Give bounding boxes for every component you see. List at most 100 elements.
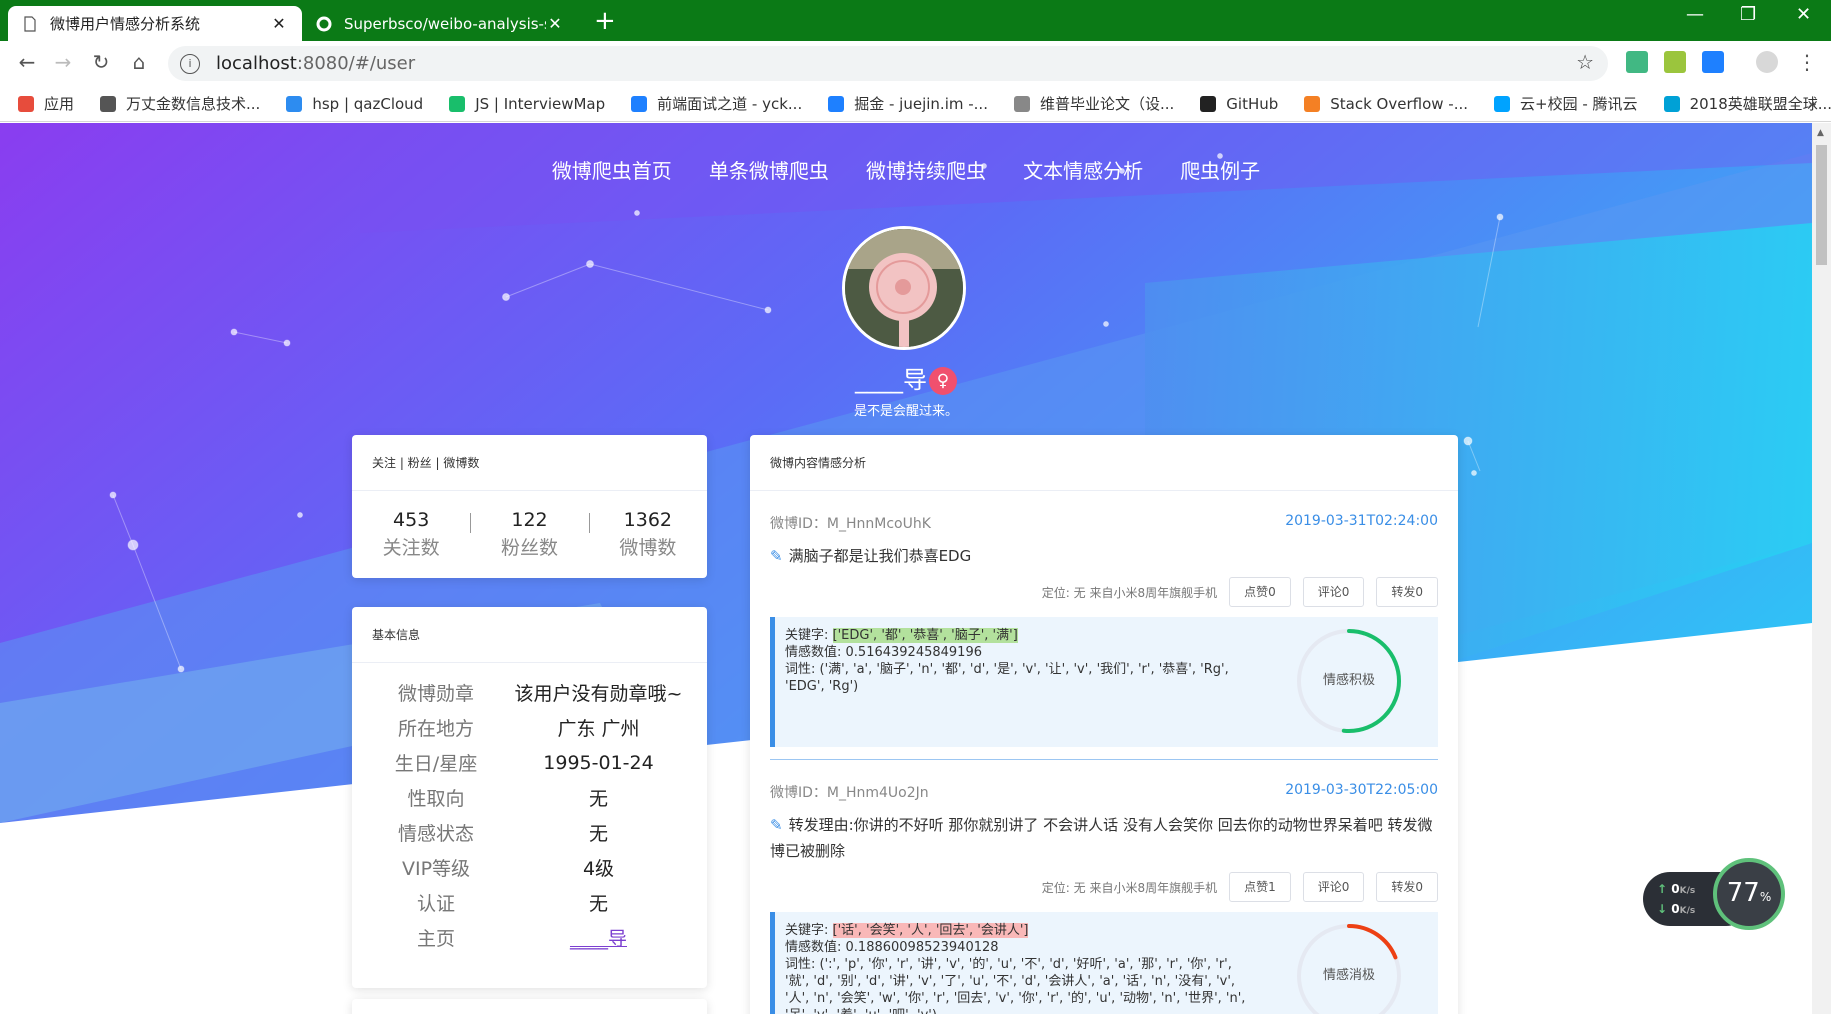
- stats-card: 关注 | 粉丝 | 微博数 453 关注数 122 粉丝数 1362 微博数: [352, 435, 707, 578]
- url-input[interactable]: i localhost:8080/#/user ☆: [168, 46, 1608, 81]
- stackoverflow-icon: [1304, 95, 1321, 112]
- scrollbar-thumb[interactable]: [1816, 145, 1827, 265]
- bookmark-item[interactable]: hsp | qazCloud: [286, 95, 423, 113]
- nav-single-crawler[interactable]: 单条微博爬虫: [709, 155, 829, 184]
- info-value: 4级: [582, 858, 615, 880]
- info-icon[interactable]: i: [180, 53, 200, 74]
- post-item: 微博ID：M_Hnm4Uo2Jn 2019-03-30T22:05:00 ✎ 转发理由…: [750, 782, 1458, 1014]
- scroll-up-icon[interactable]: ▲: [1817, 128, 1824, 138]
- bookmark-item[interactable]: 万丈金数信息技术...: [100, 93, 260, 114]
- bookmark-item[interactable]: 维普毕业论文（设...: [1013, 93, 1174, 114]
- keywords-highlight: ['话', '会笑', '人', '回去', '会讲人']: [832, 923, 1029, 938]
- post-date: 2019-03-30T22:05:00: [1285, 782, 1438, 798]
- basic-info-card: 基本信息 微博勋章 该用户没有勋章哦~ 所在地方 广东 广州 生日/星座 1995-01-…: [352, 607, 707, 988]
- bookmark-item[interactable]: 应用: [18, 93, 74, 114]
- close-icon[interactable]: ✕: [270, 14, 288, 33]
- card-title: 基本信息: [352, 607, 707, 663]
- forward-icon[interactable]: →: [50, 50, 76, 74]
- bookmarks-overflow-icon[interactable]: »: [1807, 94, 1817, 113]
- bookmarks-bar: 应用 万丈金数信息技术... hsp | qazCloud JS | Intervie…: [0, 86, 1831, 122]
- page-content: 微博爬虫首页 单条微博爬虫 微博持续爬虫 文本情感分析 爬虫例子 ____导 ♀ …: [0, 123, 1812, 1014]
- sentiment-analysis-card: 微博内容情感分析 微博ID：M_HnnMcoUhK 2019-03-31T02:2…: [750, 435, 1458, 1014]
- minimize-icon[interactable]: —: [1686, 4, 1704, 25]
- comment-button[interactable]: 评论0: [1302, 577, 1365, 607]
- nav-home[interactable]: 微博爬虫首页: [552, 155, 672, 184]
- nav-sentiment-analysis[interactable]: 文本情感分析: [1023, 155, 1143, 184]
- bookmark-item[interactable]: GitHub: [1200, 95, 1278, 113]
- post-location: 定位: 无 来自小米8周年旗舰手机: [1041, 880, 1218, 895]
- scrollbar[interactable]: ▲: [1812, 123, 1831, 1014]
- info-row: 认证 无: [352, 885, 707, 920]
- bookmark-item[interactable]: 云+校园 - 腾讯云: [1494, 93, 1638, 114]
- like-button[interactable]: 点赞0: [1229, 577, 1291, 607]
- extension-m-icon[interactable]: [1664, 51, 1686, 73]
- info-value: 无: [588, 823, 608, 845]
- info-value: 该用户没有勋章哦~: [514, 683, 683, 705]
- bookmark-item[interactable]: Stack Overflow -...: [1304, 95, 1468, 113]
- info-row: 所在地方 广东 广州: [352, 710, 707, 745]
- bookmark-item[interactable]: 掘金 - juejin.im -...: [828, 93, 988, 114]
- bookmark-label: 云+校园 - 腾讯云: [1520, 95, 1638, 113]
- download-speed: ↓ 0K/s: [1657, 902, 1696, 916]
- bookmark-item[interactable]: JS | InterviewMap: [449, 95, 605, 113]
- homepage-link[interactable]: ____导: [490, 924, 707, 951]
- back-icon[interactable]: ←: [14, 50, 40, 74]
- info-key: 生日/星座: [394, 753, 478, 775]
- like-button[interactable]: 点赞1: [1229, 872, 1291, 902]
- info-value: 无: [588, 893, 608, 915]
- profile-username: ____导 ♀: [0, 360, 1812, 395]
- post-text: ✎ 转发理由:你讲的不好听 那你就别讲了 不会讲人话 没有人会笑你 回去你的动物世…: [770, 816, 1433, 860]
- pos-line: 词性: ('满', 'a', '脑子', 'n', '都', 'd', '是',…: [785, 662, 1229, 694]
- analysis-box: 关键字: ['EDG', '都', '恭喜', '脑子', '满'] 情感数值: …: [770, 617, 1438, 747]
- analysis-box: 关键字: ['话', '会笑', '人', '回去', '会讲人'] 情感数值: …: [770, 912, 1438, 1014]
- sentiment-label: 情感积极: [1322, 673, 1375, 688]
- menu-icon[interactable]: ⋮: [1794, 50, 1820, 74]
- stat-following: 453 关注数: [382, 509, 440, 559]
- bookmark-label: 应用: [44, 95, 75, 113]
- aws-icon: [100, 95, 117, 112]
- tab-github[interactable]: Superbsco/weibo-analysis-syst ✕: [302, 6, 578, 41]
- info-key: 情感状态: [397, 823, 474, 845]
- restore-icon[interactable]: ❐: [1740, 4, 1756, 25]
- nav-crawler-examples[interactable]: 爬虫例子: [1180, 155, 1260, 184]
- keywords-line: 关键字: ['话', '会笑', '人', '回去', '会讲人']: [785, 923, 1029, 938]
- stat-followers: 122 粉丝数: [470, 509, 588, 560]
- github-icon: [1200, 95, 1217, 112]
- post-divider: [770, 759, 1438, 760]
- page-icon: [24, 15, 36, 32]
- bookmark-star-icon[interactable]: ☆: [1576, 50, 1594, 74]
- bookmark-item[interactable]: 前端面试之道 - yck...: [631, 93, 802, 114]
- close-window-icon[interactable]: ✕: [1796, 4, 1811, 25]
- bookmark-label: Stack Overflow -...: [1330, 94, 1469, 113]
- post-id: 微博ID：M_HnnMcoUhK: [770, 516, 931, 532]
- info-value: 广东 广州: [557, 718, 640, 740]
- tab-title: Superbsco/weibo-analysis-syst: [344, 14, 546, 33]
- bookmark-label: GitHub: [1226, 94, 1279, 113]
- new-tab-button[interactable]: +: [594, 6, 616, 36]
- score-line: 情感数值: 0.18860098523940128: [785, 940, 999, 955]
- info-row: 主页 ____导: [352, 920, 707, 955]
- info-value: 无: [588, 788, 608, 810]
- profile-bio: 是不是会醒过来。: [853, 404, 958, 419]
- juejin-icon: [828, 95, 845, 112]
- bilibili-icon: [1663, 95, 1680, 112]
- comment-button[interactable]: 评论0: [1302, 872, 1365, 902]
- vue-devtools-icon[interactable]: [1626, 51, 1648, 73]
- reload-icon[interactable]: ↻: [88, 50, 114, 74]
- juejin-extension-icon[interactable]: [1702, 51, 1724, 73]
- profile-avatar-icon[interactable]: [1756, 51, 1778, 73]
- home-icon[interactable]: ⌂: [126, 50, 152, 74]
- info-key: VIP等级: [401, 858, 471, 880]
- bookmark-label: 掘金 - juejin.im -...: [854, 95, 988, 113]
- bookmark-item[interactable]: 2018英雄联盟全球...: [1663, 93, 1831, 114]
- main-nav: 微博爬虫首页 单条微博爬虫 微博持续爬虫 文本情感分析 爬虫例子: [0, 155, 1812, 184]
- info-key: 认证: [416, 893, 455, 915]
- repost-button[interactable]: 转发0: [1376, 872, 1438, 902]
- close-icon[interactable]: ✕: [546, 14, 564, 33]
- tab-weibo-analysis[interactable]: 微博用户情感分析系统 ✕: [8, 6, 302, 41]
- info-key: 所在地方: [397, 718, 474, 740]
- repost-button[interactable]: 转发0: [1376, 577, 1438, 607]
- nav-continuous-crawler[interactable]: 微博持续爬虫: [866, 155, 986, 184]
- tencent-cloud-icon: [1494, 95, 1511, 112]
- network-speed-widget[interactable]: ↑ 0K/s ↓ 0K/s 77%: [1643, 858, 1785, 930]
